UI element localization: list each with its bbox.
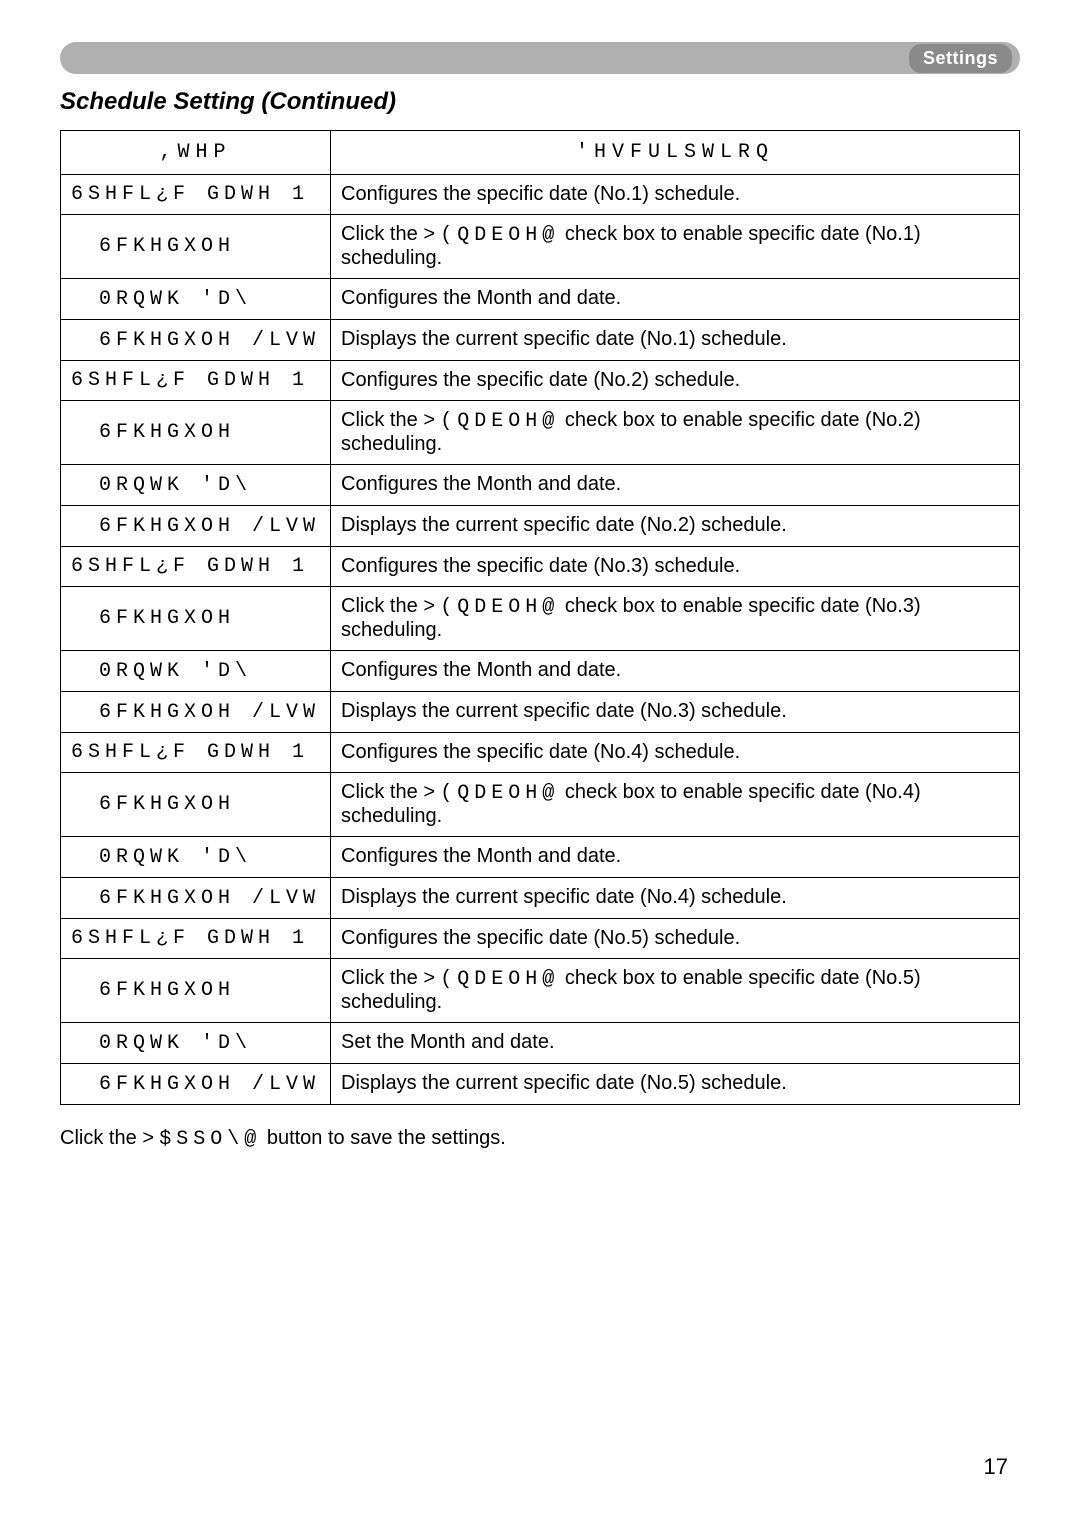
desc-pre: Click the bbox=[341, 409, 423, 431]
child-item: 6FKHGXOH /LVW bbox=[61, 506, 331, 547]
enable-ref: >(QDEOH@ bbox=[423, 596, 559, 619]
parent-item: 6SHFL¿F GDWH 1 bbox=[61, 919, 331, 959]
child-description: Displays the current specific date (No.3… bbox=[331, 692, 1020, 733]
page-content: Schedule Setting (Continued) ,WHP 'HVFUL… bbox=[0, 74, 1080, 1151]
child-item: 0RQWK 'D\ bbox=[61, 1023, 331, 1064]
desc-pre: Click the bbox=[341, 781, 423, 803]
note-text-pre: Click the bbox=[60, 1127, 142, 1149]
desc-pre: Click the bbox=[341, 595, 423, 617]
child-description: Click the >(QDEOH@ check box to enable s… bbox=[331, 959, 1020, 1023]
child-item: 0RQWK 'D\ bbox=[61, 279, 331, 320]
desc-pre: Configures the Month and date. bbox=[341, 845, 621, 867]
child-item-label: 6FKHGXOH bbox=[99, 235, 235, 258]
parent-description: Configures the specific date (No.3) sche… bbox=[331, 547, 1020, 587]
desc-pre: Displays the current specific date (No.4… bbox=[341, 886, 787, 908]
child-item-label: 0RQWK 'D\ bbox=[99, 846, 252, 869]
parent-item: 6SHFL¿F GDWH 1 bbox=[61, 733, 331, 773]
note-text-post: button to save the settings. bbox=[261, 1127, 506, 1149]
child-item-label: 0RQWK 'D\ bbox=[99, 1032, 252, 1055]
desc-pre: Configures the Month and date. bbox=[341, 659, 621, 681]
child-description: Click the >(QDEOH@ check box to enable s… bbox=[331, 587, 1020, 651]
child-item: 0RQWK 'D\ bbox=[61, 465, 331, 506]
child-description: Configures the Month and date. bbox=[331, 651, 1020, 692]
child-description: Displays the current specific date (No.2… bbox=[331, 506, 1020, 547]
parent-description: Configures the specific date (No.1) sche… bbox=[331, 175, 1020, 215]
child-item: 0RQWK 'D\ bbox=[61, 837, 331, 878]
child-item: 6FKHGXOH /LVW bbox=[61, 878, 331, 919]
child-description: Displays the current specific date (No.5… bbox=[331, 1064, 1020, 1105]
child-description: Configures the Month and date. bbox=[331, 465, 1020, 506]
child-item: 6FKHGXOH bbox=[61, 773, 331, 837]
child-description: Set the Month and date. bbox=[331, 1023, 1020, 1064]
child-description: Configures the Month and date. bbox=[331, 279, 1020, 320]
parent-item: 6SHFL¿F GDWH 1 bbox=[61, 361, 331, 401]
desc-pre: Displays the current specific date (No.3… bbox=[341, 700, 787, 722]
desc-pre: Configures the Month and date. bbox=[341, 287, 621, 309]
enable-ref: >(QDEOH@ bbox=[423, 782, 559, 805]
settings-table: ,WHP 'HVFULSWLRQ 6SHFL¿F GDWH 1Configure… bbox=[60, 130, 1020, 1105]
child-item-label: 6FKHGXOH /LVW bbox=[99, 1073, 320, 1096]
child-item-label: 6FKHGXOH bbox=[99, 421, 235, 444]
desc-pre: Set the Month and date. bbox=[341, 1031, 555, 1053]
child-description: Click the >(QDEOH@ check box to enable s… bbox=[331, 401, 1020, 465]
desc-pre: Configures the Month and date. bbox=[341, 473, 621, 495]
child-item-label: 6FKHGXOH /LVW bbox=[99, 887, 320, 910]
parent-item: 6SHFL¿F GDWH 1 bbox=[61, 175, 331, 215]
child-description: Displays the current specific date (No.1… bbox=[331, 320, 1020, 361]
section-badge: Settings bbox=[909, 44, 1012, 73]
child-item-label: 6FKHGXOH /LVW bbox=[99, 701, 320, 724]
child-item-label: 6FKHGXOH bbox=[99, 979, 235, 1002]
parent-description: Configures the specific date (No.5) sche… bbox=[331, 919, 1020, 959]
child-description: Configures the Month and date. bbox=[331, 837, 1020, 878]
child-item: 6FKHGXOH bbox=[61, 401, 331, 465]
header-bar: Settings bbox=[0, 0, 1080, 74]
page-number: 17 bbox=[984, 1454, 1008, 1480]
desc-pre: Click the bbox=[341, 223, 423, 245]
child-item-label: 0RQWK 'D\ bbox=[99, 660, 252, 683]
child-item-label: 6FKHGXOH /LVW bbox=[99, 515, 320, 538]
column-header-item: ,WHP bbox=[61, 131, 331, 175]
child-item-label: 6FKHGXOH bbox=[99, 607, 235, 630]
column-header-description: 'HVFULSWLRQ bbox=[331, 131, 1020, 175]
page-title: Schedule Setting (Continued) bbox=[60, 88, 1020, 116]
child-description: Click the >(QDEOH@ check box to enable s… bbox=[331, 215, 1020, 279]
enable-ref: >(QDEOH@ bbox=[423, 410, 559, 433]
desc-pre: Displays the current specific date (No.5… bbox=[341, 1072, 787, 1094]
desc-pre: Click the bbox=[341, 967, 423, 989]
parent-description: Configures the specific date (No.4) sche… bbox=[331, 733, 1020, 773]
save-note: Click the >$SSO\@ button to save the set… bbox=[60, 1127, 1020, 1151]
enable-ref: >(QDEOH@ bbox=[423, 224, 559, 247]
child-item: 6FKHGXOH bbox=[61, 587, 331, 651]
parent-item: 6SHFL¿F GDWH 1 bbox=[61, 547, 331, 587]
child-description: Displays the current specific date (No.4… bbox=[331, 878, 1020, 919]
child-item: 6FKHGXOH bbox=[61, 959, 331, 1023]
parent-description: Configures the specific date (No.2) sche… bbox=[331, 361, 1020, 401]
child-item: 6FKHGXOH bbox=[61, 215, 331, 279]
child-item: 6FKHGXOH /LVW bbox=[61, 320, 331, 361]
desc-pre: Displays the current specific date (No.1… bbox=[341, 328, 787, 350]
desc-pre: Displays the current specific date (No.2… bbox=[341, 514, 787, 536]
enable-ref: >(QDEOH@ bbox=[423, 968, 559, 991]
child-item: 6FKHGXOH /LVW bbox=[61, 1064, 331, 1105]
child-item-label: 6FKHGXOH /LVW bbox=[99, 329, 320, 352]
apply-button-ref: >$SSO\@ bbox=[142, 1128, 261, 1151]
child-item-label: 0RQWK 'D\ bbox=[99, 474, 252, 497]
child-item-label: 6FKHGXOH bbox=[99, 793, 235, 816]
child-description: Click the >(QDEOH@ check box to enable s… bbox=[331, 773, 1020, 837]
header-bar-inner: Settings bbox=[60, 42, 1020, 74]
child-item: 6FKHGXOH /LVW bbox=[61, 692, 331, 733]
child-item-label: 0RQWK 'D\ bbox=[99, 288, 252, 311]
child-item: 0RQWK 'D\ bbox=[61, 651, 331, 692]
